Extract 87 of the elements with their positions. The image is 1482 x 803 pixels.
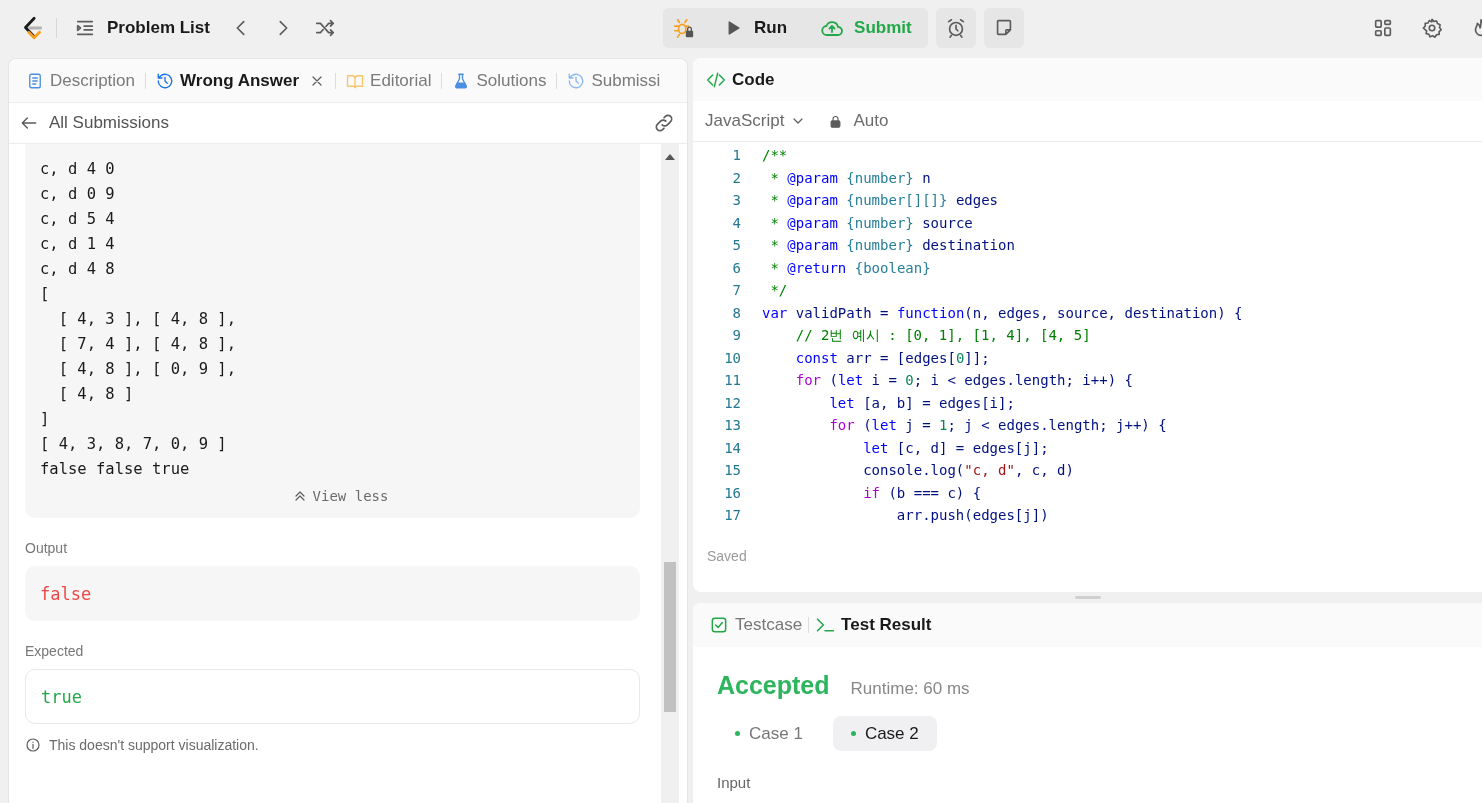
line-number: 16 — [723, 483, 741, 503]
stdout-line: [ — [40, 284, 51, 305]
code-line: * @param {number} n — [769, 168, 931, 188]
stdout-line: [ 4, 3 ], [ 4, 8 ], — [57, 309, 237, 330]
stdout-line: false false true — [40, 459, 191, 480]
line-number: 2 — [731, 168, 741, 188]
code-line: * @param {number[][]} edges — [769, 191, 999, 210]
code-line: for (let i = 0; i < edges.length; i++) { — [794, 371, 1133, 390]
timer-button[interactable] — [935, 8, 976, 48]
bug-icon — [673, 17, 695, 39]
link-icon[interactable] — [653, 112, 675, 134]
line-number: 7 — [731, 281, 741, 300]
shuffle-icon[interactable] — [313, 17, 336, 39]
code-line: * @param {number} source — [769, 213, 973, 233]
info-icon — [25, 737, 41, 753]
line-number: 8 — [731, 303, 741, 323]
case-tab[interactable]: Case 1 — [717, 716, 821, 751]
save-status: Saved — [706, 547, 748, 564]
code-line: const arr = [edges[0]]; — [794, 348, 990, 368]
stdout-line: c, d 5 4 — [40, 209, 116, 230]
line-number: 9 — [731, 326, 741, 345]
line-number: 13 — [723, 416, 741, 435]
history-icon — [156, 71, 175, 90]
output-value: false — [40, 583, 92, 604]
auto-mode-button[interactable]: Auto — [828, 111, 889, 131]
stdout-line: [ 4, 8 ] — [57, 384, 135, 405]
view-less-button[interactable]: View less — [291, 488, 389, 504]
stdout-line: [ 7, 4 ], [ 4, 8 ], — [57, 334, 237, 355]
line-number: 12 — [723, 393, 741, 413]
code-line: /** — [762, 146, 788, 165]
code-line: var validPath = function(n, edges, source, destination) { — [762, 303, 1243, 323]
panel-tab[interactable]: Description — [22, 70, 140, 91]
stdout-line: ] — [40, 409, 51, 430]
lock-icon — [828, 113, 844, 129]
code-line: * @param {number} destination — [769, 236, 1015, 255]
line-number: 10 — [723, 348, 741, 368]
line-number: 17 — [723, 506, 741, 525]
verdict-text: Accepted — [717, 671, 830, 700]
panel-tab[interactable]: Solutions — [448, 70, 551, 91]
runtime-text: Runtime: 60 ms — [850, 679, 970, 699]
line-number: 6 — [731, 258, 741, 278]
problem-list-button[interactable]: Problem List — [74, 17, 210, 39]
line-number: 11 — [723, 371, 741, 390]
settings-icon[interactable] — [1421, 17, 1443, 39]
result-tab[interactable]: Test Result — [815, 615, 932, 635]
case-tab[interactable]: Case 2 — [832, 716, 937, 751]
code-line: if (b === c) { — [862, 483, 982, 503]
resize-handle[interactable] — [1074, 596, 1101, 599]
terminal-icon — [815, 615, 836, 635]
stdout-line: [ 4, 3, 8, 7, 0, 9 ] — [40, 434, 228, 455]
code-tab[interactable]: Code — [706, 69, 775, 90]
line-number: 5 — [731, 236, 741, 255]
line-number: 4 — [731, 213, 741, 233]
code-line: let [c, d] = edges[j]; — [862, 438, 1049, 458]
result-tab[interactable]: Testcase — [709, 615, 803, 635]
output-label: Output — [25, 540, 69, 556]
code-line: let [a, b] = edges[i]; — [828, 393, 1015, 413]
checkbox-icon — [709, 615, 729, 635]
document-icon — [26, 71, 44, 90]
panel-tab[interactable]: Submissi — [563, 70, 665, 91]
line-number: 3 — [731, 191, 741, 210]
history-icon — [567, 71, 586, 90]
stdout-line: c, d 1 4 — [40, 234, 116, 255]
notes-button[interactable] — [983, 8, 1024, 48]
stdout-line: [ 4, 8 ], [ 0, 9 ], — [57, 359, 237, 380]
code-line: */ — [769, 281, 788, 300]
line-number: 15 — [723, 461, 741, 480]
code-line: * @return {boolean} — [769, 258, 931, 278]
language-dropdown[interactable]: JavaScript — [705, 111, 807, 131]
code-line: // 2번 예시 : [0, 1], [1, 4], [4, 5] — [794, 326, 1091, 345]
stdout-line: c, d 4 0 — [40, 159, 116, 180]
panel-tab[interactable]: Editorial — [342, 70, 436, 91]
back-link[interactable]: All Submissions — [19, 113, 169, 133]
code-line: console.log("c, d", c, d) — [862, 461, 1074, 480]
visualization-note: This doesn't support visualization. — [49, 737, 259, 753]
line-number: 1 — [731, 146, 741, 165]
scrollbar[interactable] — [661, 144, 679, 803]
expected-value: true — [41, 686, 82, 707]
panel-tab[interactable]: Wrong Answer — [152, 70, 330, 91]
layout-icon[interactable] — [1372, 17, 1394, 39]
stdout-line: c, d 0 9 — [40, 184, 116, 205]
expected-label: Expected — [25, 643, 85, 659]
code-line: arr.push(edges[j]) — [895, 506, 1049, 525]
stdout-line: c, d 4 8 — [40, 259, 116, 280]
line-number: 14 — [723, 438, 741, 458]
input-label: Input — [717, 774, 752, 791]
code-line: for (let j = 1; j < edges.length; j++) { — [828, 416, 1167, 435]
